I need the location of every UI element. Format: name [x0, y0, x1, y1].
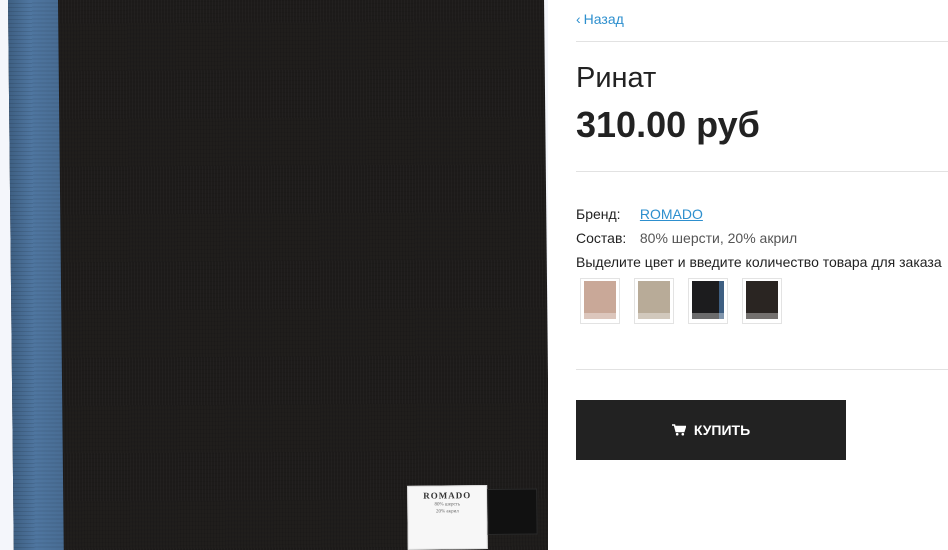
- attribute-brand: Бренд: ROMADO: [576, 206, 703, 222]
- product-title: Ринат: [576, 62, 657, 94]
- divider: [576, 41, 948, 42]
- scarf-photo: ROMADO 80% шерсть 20% акрил: [8, 0, 548, 550]
- divider: [576, 369, 948, 370]
- tag-line: 80% шерсть: [434, 502, 461, 508]
- buy-button[interactable]: КУПИТЬ: [576, 400, 846, 460]
- swatch-beige[interactable]: [580, 278, 620, 324]
- scarf-label-tag: ROMADO 80% шерсть 20% акрил: [407, 485, 488, 550]
- cart-icon: [671, 424, 686, 436]
- divider: [576, 171, 948, 172]
- swatch-fabric: [584, 281, 616, 319]
- swatch-dark-brown[interactable]: [742, 278, 782, 324]
- swatch-black-blue[interactable]: [688, 278, 728, 324]
- tag-brand: ROMADO: [423, 490, 472, 501]
- scarf-blue-stripe: [8, 0, 64, 550]
- product-price: 310.00 руб: [576, 104, 760, 145]
- attribute-value: 80% шерсти, 20% акрил: [639, 230, 798, 246]
- swatch-fabric: [746, 281, 778, 319]
- back-link-label: Назад: [583, 11, 624, 27]
- scarf-loop-tag: [487, 488, 538, 536]
- color-select-hint: Выделите цвет и введите количество товар…: [576, 254, 942, 270]
- product-image[interactable]: ROMADO 80% шерсть 20% акрил: [0, 0, 548, 550]
- swatch-fabric: [692, 281, 724, 319]
- tag-line: 20% акрил: [435, 509, 459, 515]
- color-swatches: [580, 278, 782, 324]
- attribute-label: Состав:: [576, 230, 627, 246]
- product-info-panel: ‹ Назад Ринат 310.00 руб Бренд: ROMADO С…: [576, 0, 948, 550]
- buy-button-label: КУПИТЬ: [693, 422, 751, 438]
- attribute-label: Бренд:: [576, 206, 621, 222]
- back-link[interactable]: ‹ Назад: [576, 11, 624, 27]
- swatch-fabric: [638, 281, 670, 319]
- swatch-grey[interactable]: [634, 278, 674, 324]
- brand-link[interactable]: ROMADO: [640, 206, 703, 222]
- attribute-composition: Состав: 80% шерсти, 20% акрил: [576, 230, 797, 246]
- chevron-left-icon: ‹: [576, 11, 581, 27]
